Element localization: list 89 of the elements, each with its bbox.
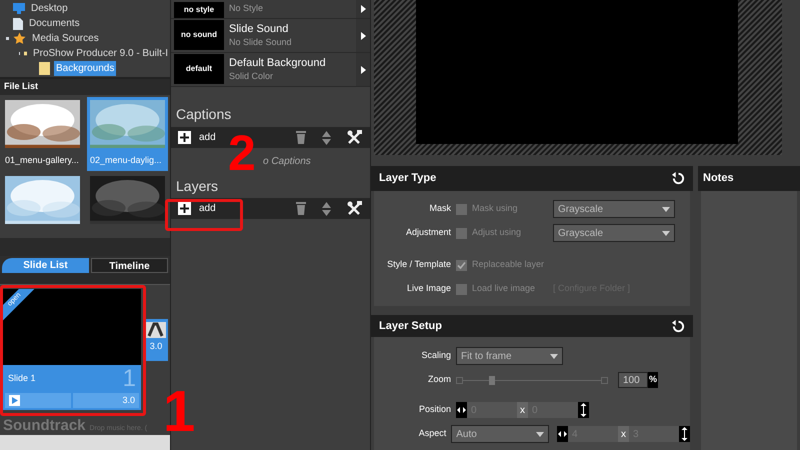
field-label: Live Image (406, 282, 452, 296)
zoom-slider[interactable] (456, 375, 608, 385)
slider-thumb[interactable] (489, 376, 496, 385)
field-label: Style / Template (386, 258, 452, 272)
plus-icon (178, 131, 191, 144)
file-thumbnail[interactable]: 02_menu-daylig... (87, 97, 168, 171)
caret-icon (662, 206, 670, 212)
reset-icon[interactable] (672, 172, 685, 185)
transition-icon (146, 322, 166, 338)
horizontal-arrows-icon (557, 426, 568, 442)
caret-icon (550, 354, 558, 358)
scrollbar[interactable] (0, 435, 170, 450)
tab[interactable]: Timeline (90, 258, 168, 273)
slide-duration[interactable]: 3.0 (73, 393, 139, 408)
reset-icon[interactable] (672, 320, 685, 332)
empty-message: o Captions (263, 154, 311, 168)
field-label: Aspect (418, 427, 448, 440)
slide-name: Slide 1 (8, 372, 36, 386)
percent-sign: % (648, 372, 658, 388)
trash-icon[interactable] (296, 131, 306, 144)
style-thumbnail[interactable]: default (174, 54, 224, 84)
step-number: 2 (228, 131, 256, 175)
field-label: Scaling (420, 349, 452, 362)
checkbox-label: Mask using (472, 202, 518, 216)
checkbox-label: Replaceable layer (472, 258, 544, 272)
tree-item[interactable]: ProShow Producer 9.0 - Built-I (30, 46, 170, 61)
arrow-right-icon[interactable] (360, 5, 366, 13)
dropdown[interactable]: Grayscale (553, 224, 675, 242)
checkbox[interactable] (456, 260, 467, 270)
up-down-arrows-icon[interactable] (322, 130, 331, 144)
folder-icon (39, 62, 50, 75)
panel-title: Layer Setup (379, 318, 442, 334)
panel-title: Layer Type (379, 171, 436, 186)
style-thumbnail[interactable]: no style (174, 2, 224, 18)
slide-number: 1 (122, 367, 136, 391)
style-subtitle: No Slide Sound (229, 36, 293, 48)
trash-icon[interactable] (296, 202, 306, 215)
field-label: Adjustment (404, 226, 452, 240)
monitor-icon (13, 3, 25, 14)
style-thumbnail[interactable]: no sound (174, 20, 224, 50)
up-down-arrows-icon[interactable] (322, 202, 331, 216)
file-name: 01_menu-gallery... (5, 154, 80, 167)
check-icon (457, 260, 466, 270)
checkbox[interactable] (456, 228, 467, 238)
caret-icon (536, 432, 544, 436)
zoom-field[interactable]: 100 (618, 372, 648, 388)
checkbox[interactable] (456, 204, 467, 214)
play-icon[interactable] (9, 395, 20, 406)
file-name: 02_menu-daylig... (90, 154, 163, 167)
style-title: Default Background (229, 57, 327, 71)
caret-icon (662, 230, 670, 236)
times-sign: x (517, 402, 528, 418)
section-title: Layers (175, 176, 220, 196)
plus-icon (178, 202, 191, 215)
arrow-right-icon[interactable] (360, 66, 366, 74)
vertical-arrows-icon (578, 402, 589, 418)
step-number: 1 (163, 386, 196, 438)
tree-item[interactable]: Media Sources (30, 31, 101, 46)
style-title: Slide Sound (229, 23, 290, 37)
arrow-right-icon[interactable] (360, 32, 366, 40)
file-thumbnail[interactable]: 01_menu-gallery... (2, 97, 83, 171)
field-label: Zoom (426, 373, 452, 386)
tools-icon[interactable] (347, 201, 362, 216)
tools-icon[interactable] (347, 130, 362, 145)
transition-tile[interactable]: 3.0 (144, 319, 168, 361)
section-title: Captions (175, 104, 232, 124)
tree-item[interactable]: Backgrounds (54, 61, 116, 76)
field-label: Mask (428, 202, 452, 216)
panel-title: File List (4, 80, 38, 94)
style-subtitle: No Style (229, 3, 264, 15)
field-label: Position (418, 403, 452, 416)
transition-duration: 3.0 (150, 340, 162, 353)
soundtrack-title: Soundtrack (3, 416, 86, 435)
document-icon (13, 18, 23, 30)
style-subtitle: Solid Color (229, 70, 274, 82)
dropdown[interactable]: Grayscale (553, 200, 675, 218)
horizontal-arrows-icon (456, 402, 467, 418)
star-icon (13, 32, 26, 45)
times-sign: x (618, 426, 629, 442)
dropdown[interactable]: Fit to frame (456, 347, 563, 365)
vertical-arrows-icon (679, 426, 690, 442)
checkbox-label: Adjust using (472, 226, 522, 240)
tree-item[interactable]: Documents (27, 16, 82, 31)
tab[interactable]: Slide List (2, 258, 89, 273)
panel-title: Notes (703, 171, 734, 186)
dropdown[interactable]: Auto (451, 425, 550, 443)
checkbox[interactable] (456, 284, 467, 294)
tree-item[interactable]: Desktop (29, 1, 70, 16)
checkbox-label: Load live image (472, 282, 536, 296)
